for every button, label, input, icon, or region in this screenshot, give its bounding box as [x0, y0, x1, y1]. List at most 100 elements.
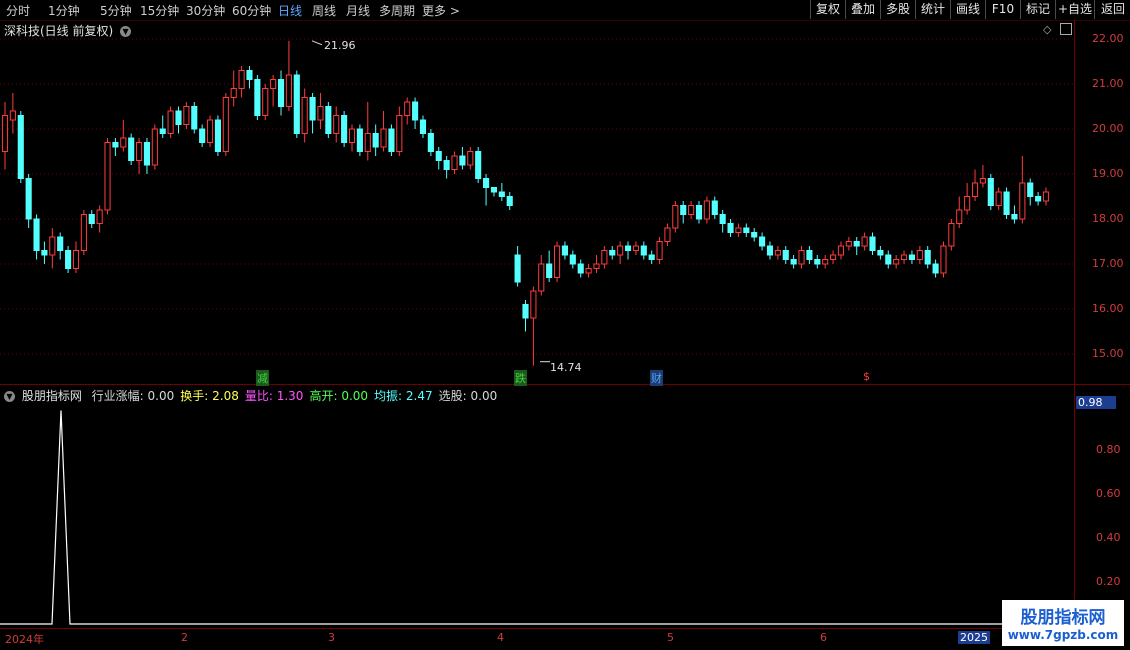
- candle[interactable]: [388, 124, 395, 157]
- mark-button[interactable]: 标记: [1020, 0, 1055, 19]
- indicator-chart[interactable]: [0, 400, 1074, 628]
- candle[interactable]: [640, 241, 647, 260]
- candle[interactable]: [317, 93, 324, 129]
- candle[interactable]: [766, 241, 774, 260]
- candle[interactable]: [727, 219, 734, 237]
- candle[interactable]: [1035, 192, 1042, 206]
- candle[interactable]: [648, 250, 655, 265]
- candle[interactable]: [656, 237, 663, 264]
- candle[interactable]: [490, 187, 498, 197]
- candle[interactable]: [538, 255, 545, 296]
- candle[interactable]: [33, 214, 40, 260]
- candle[interactable]: [356, 124, 363, 157]
- candle[interactable]: [443, 156, 450, 179]
- candle[interactable]: [80, 210, 87, 255]
- event-marker-dividend[interactable]: $: [862, 370, 871, 383]
- candle[interactable]: [206, 115, 214, 148]
- candle[interactable]: [1042, 187, 1050, 206]
- candle[interactable]: [577, 259, 584, 278]
- candle[interactable]: [49, 228, 56, 269]
- candle[interactable]: [522, 300, 529, 332]
- candle[interactable]: [609, 246, 616, 260]
- candle[interactable]: [798, 246, 805, 269]
- candle[interactable]: [759, 232, 766, 251]
- candle[interactable]: [199, 124, 206, 148]
- candle[interactable]: [672, 201, 679, 233]
- candle[interactable]: [719, 210, 726, 233]
- candle[interactable]: [65, 246, 72, 273]
- period-multi[interactable]: 多周期: [379, 2, 415, 19]
- candle[interactable]: [96, 205, 103, 233]
- candle[interactable]: [72, 241, 80, 274]
- period-daily[interactable]: 日线: [278, 2, 302, 19]
- period-30min[interactable]: 30分钟: [186, 2, 225, 19]
- candle[interactable]: [293, 70, 300, 139]
- candle[interactable]: [483, 174, 490, 206]
- candle[interactable]: [569, 250, 576, 269]
- candle[interactable]: [617, 241, 624, 265]
- candle[interactable]: [585, 264, 592, 278]
- candle[interactable]: [348, 124, 356, 152]
- candle[interactable]: [751, 228, 758, 242]
- candle[interactable]: [979, 165, 986, 188]
- candle[interactable]: [893, 255, 900, 269]
- candle[interactable]: [396, 106, 403, 157]
- candle[interactable]: [908, 250, 915, 265]
- candle[interactable]: [530, 286, 537, 366]
- candle[interactable]: [364, 102, 371, 161]
- candle[interactable]: [262, 84, 269, 120]
- event-marker-fall[interactable]: 跌: [514, 370, 527, 386]
- candle[interactable]: [380, 111, 387, 152]
- candle[interactable]: [277, 70, 285, 116]
- candle[interactable]: [837, 241, 845, 260]
- candle[interactable]: [964, 183, 971, 215]
- statistics-button[interactable]: 统计: [915, 0, 950, 19]
- candle[interactable]: [191, 102, 198, 134]
- period-monthly[interactable]: 月线: [346, 2, 370, 19]
- f10-button[interactable]: F10: [985, 0, 1020, 19]
- candle[interactable]: [459, 147, 466, 170]
- candle[interactable]: [995, 187, 1002, 211]
- candle[interactable]: [467, 147, 474, 170]
- candle[interactable]: [143, 138, 151, 174]
- period-more[interactable]: 更多 >: [422, 2, 460, 19]
- candle[interactable]: [830, 250, 837, 265]
- candle[interactable]: [1011, 205, 1018, 224]
- candle[interactable]: [159, 115, 166, 139]
- candle[interactable]: [238, 66, 245, 98]
- candle[interactable]: [782, 246, 789, 264]
- candle[interactable]: [419, 115, 427, 139]
- candle[interactable]: [341, 111, 348, 147]
- candle[interactable]: [372, 124, 379, 157]
- candle[interactable]: [601, 246, 608, 269]
- event-marker-reduce[interactable]: 减: [256, 370, 269, 386]
- candle[interactable]: [680, 201, 687, 224]
- candle[interactable]: [214, 115, 221, 157]
- candle[interactable]: [246, 66, 253, 89]
- candle[interactable]: [183, 102, 190, 129]
- period-timeshare[interactable]: 分时: [6, 2, 30, 19]
- candle[interactable]: [664, 223, 671, 247]
- candle[interactable]: [57, 232, 64, 260]
- candle[interactable]: [743, 223, 750, 238]
- candle[interactable]: [120, 120, 127, 152]
- multi-stock-button[interactable]: 多股: [880, 0, 915, 19]
- event-marker-finance[interactable]: 财: [650, 370, 663, 386]
- candle[interactable]: [711, 196, 718, 220]
- candle[interactable]: [806, 246, 813, 264]
- candle[interactable]: [1027, 178, 1034, 206]
- period-1min[interactable]: 1分钟: [48, 2, 80, 19]
- candle[interactable]: [270, 75, 277, 107]
- candle[interactable]: [475, 147, 482, 183]
- candle[interactable]: [553, 241, 561, 283]
- candle[interactable]: [128, 133, 135, 166]
- period-15min[interactable]: 15分钟: [140, 2, 179, 19]
- candle[interactable]: [435, 147, 442, 170]
- candle[interactable]: [1003, 187, 1010, 220]
- candle[interactable]: [88, 210, 95, 228]
- candle[interactable]: [703, 196, 710, 224]
- candle[interactable]: [948, 219, 955, 251]
- period-5min[interactable]: 5分钟: [100, 2, 132, 19]
- draw-line-button[interactable]: 画线: [950, 0, 985, 19]
- restore-rights-button[interactable]: 复权: [810, 0, 845, 19]
